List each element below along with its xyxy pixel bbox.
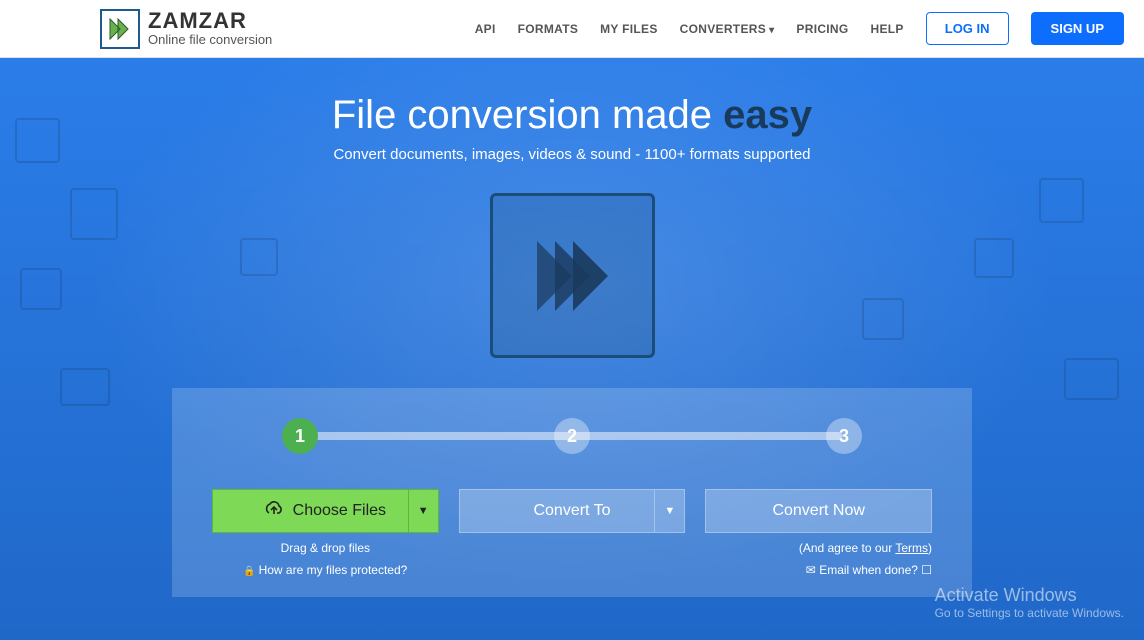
- hero-title-em: easy: [723, 93, 812, 137]
- nav-converters[interactable]: CONVERTERS: [680, 22, 775, 36]
- step-3: Convert Now (And agree to our Terms) ✉ E…: [705, 489, 932, 577]
- choose-caret-icon[interactable]: ▼: [408, 490, 438, 532]
- lock-icon: [243, 563, 258, 577]
- doodle-icon: [60, 368, 110, 406]
- doodle-icon: [70, 188, 118, 240]
- doodle-icon: [1039, 178, 1084, 223]
- nav-formats[interactable]: FORMATS: [518, 22, 579, 36]
- step-3-circle: 3: [826, 418, 862, 454]
- step-2-circle: 2: [554, 418, 590, 454]
- protection-link[interactable]: How are my files protected?: [212, 563, 439, 577]
- hero-title-pre: File conversion made: [332, 93, 723, 137]
- convert-to-button[interactable]: Convert To ▼: [459, 489, 686, 533]
- choose-files-label: Choose Files: [293, 502, 386, 520]
- choose-files-button[interactable]: Choose Files ▼: [212, 489, 439, 533]
- step-1-circle: 1: [282, 418, 318, 454]
- convert-caret-icon[interactable]: ▼: [654, 490, 684, 532]
- hero: File conversion made easy Convert docume…: [0, 58, 1144, 640]
- step-row: Choose Files ▼ Drag & drop files How are…: [212, 489, 932, 577]
- doodle-icon: [974, 238, 1014, 278]
- convert-to-label: Convert To: [533, 502, 610, 520]
- doodle-icon: [862, 298, 904, 340]
- nav-myfiles[interactable]: MY FILES: [600, 22, 658, 36]
- convert-now-button[interactable]: Convert Now: [705, 489, 932, 533]
- hero-subtitle: Convert documents, images, videos & soun…: [0, 146, 1144, 163]
- steps-panel: 1 2 3 Choose Files ▼ Drag & drop files H…: [172, 388, 972, 597]
- signup-button[interactable]: SIGN UP: [1031, 12, 1124, 45]
- play-icon: [490, 193, 655, 358]
- doodle-icon: [1064, 358, 1119, 400]
- step-track: 1 2 3: [212, 418, 932, 454]
- drag-drop-hint: Drag & drop files: [212, 541, 439, 555]
- logo-icon: [100, 9, 140, 49]
- terms-hint: (And agree to our Terms): [705, 541, 932, 555]
- nav-pricing[interactable]: PRICING: [796, 22, 848, 36]
- hero-title: File conversion made easy: [0, 93, 1144, 138]
- brand-name: ZAMZAR: [148, 10, 272, 32]
- doodle-icon: [240, 238, 278, 276]
- step-1: Choose Files ▼ Drag & drop files How are…: [212, 489, 439, 577]
- step-2: Convert To ▼: [459, 489, 686, 577]
- watermark-title: Activate Windows: [935, 585, 1124, 606]
- watermark-sub: Go to Settings to activate Windows.: [935, 606, 1124, 620]
- email-done-hint[interactable]: ✉ Email when done? ☐: [705, 563, 932, 577]
- login-button[interactable]: LOG IN: [926, 12, 1009, 45]
- terms-link[interactable]: Terms: [895, 541, 928, 555]
- doodle-icon: [15, 118, 60, 163]
- windows-watermark: Activate Windows Go to Settings to activ…: [935, 585, 1124, 620]
- header: ZAMZAR Online file conversion API FORMAT…: [0, 0, 1144, 58]
- nav: API FORMATS MY FILES CONVERTERS PRICING …: [475, 12, 1124, 45]
- doodle-icon: [20, 268, 62, 310]
- brand-tagline: Online file conversion: [148, 32, 272, 47]
- nav-help[interactable]: HELP: [871, 22, 904, 36]
- upload-icon: [265, 501, 283, 522]
- nav-api[interactable]: API: [475, 22, 496, 36]
- logo[interactable]: ZAMZAR Online file conversion: [100, 9, 272, 49]
